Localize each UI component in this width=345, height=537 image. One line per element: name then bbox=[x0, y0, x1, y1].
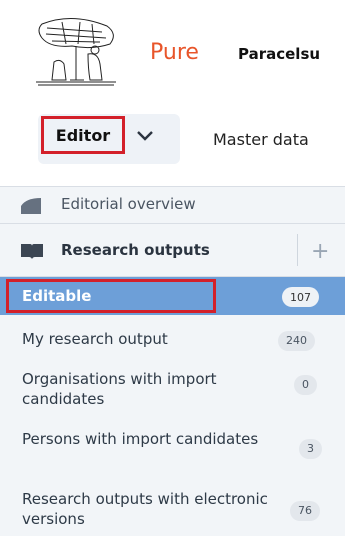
editor-sidebar: Editorial overview Research outputs + Ed… bbox=[0, 186, 345, 536]
editorial-overview-icon bbox=[21, 198, 41, 214]
editorial-overview-item[interactable]: Editorial overview bbox=[0, 187, 345, 224]
app-name: Pure bbox=[150, 40, 199, 65]
sidebar-item-my-research-output[interactable]: My research output 240 bbox=[0, 323, 345, 359]
book-icon bbox=[21, 244, 43, 259]
sidebar-item-label: Research outputs with electronic version… bbox=[22, 490, 268, 528]
sidebar-item-organisations-import[interactable]: Organisations with import candidates 0 bbox=[0, 363, 345, 417]
editorial-overview-label: Editorial overview bbox=[61, 195, 196, 213]
highlight-box bbox=[6, 279, 216, 313]
sidebar-item-electronic-versions[interactable]: Research outputs with electronic version… bbox=[0, 483, 345, 537]
editor-menu-button[interactable]: Editor bbox=[38, 114, 180, 164]
sidebar-item-label: Persons with import candidates bbox=[22, 430, 259, 448]
sidebar-item-label: Organisations with import candidates bbox=[22, 370, 217, 408]
editor-label[interactable]: Editor bbox=[41, 116, 125, 154]
count-badge: 3 bbox=[299, 439, 322, 459]
university-logo[interactable] bbox=[32, 14, 120, 90]
divider bbox=[297, 234, 298, 266]
count-badge: 240 bbox=[278, 331, 315, 351]
app-header: Pure Paracelsu bbox=[0, 0, 345, 100]
chevron-down-icon[interactable] bbox=[136, 130, 154, 142]
master-data-menu-item[interactable]: Master data bbox=[213, 130, 309, 149]
count-badge: 0 bbox=[294, 375, 317, 395]
sidebar-item-persons-import[interactable]: Persons with import candidates 3 bbox=[0, 423, 345, 477]
top-menu: Editor Master data bbox=[0, 100, 345, 186]
count-badge: 107 bbox=[282, 287, 319, 307]
plus-icon[interactable]: + bbox=[311, 239, 329, 264]
research-outputs-label: Research outputs bbox=[61, 241, 210, 259]
organisation-name: Paracelsu bbox=[238, 45, 321, 63]
count-badge: 76 bbox=[290, 501, 320, 521]
research-outputs-section[interactable]: Research outputs + bbox=[0, 224, 345, 277]
sidebar-item-label: My research output bbox=[22, 330, 168, 348]
sidebar-item-editable[interactable]: Editable 107 bbox=[0, 277, 345, 315]
